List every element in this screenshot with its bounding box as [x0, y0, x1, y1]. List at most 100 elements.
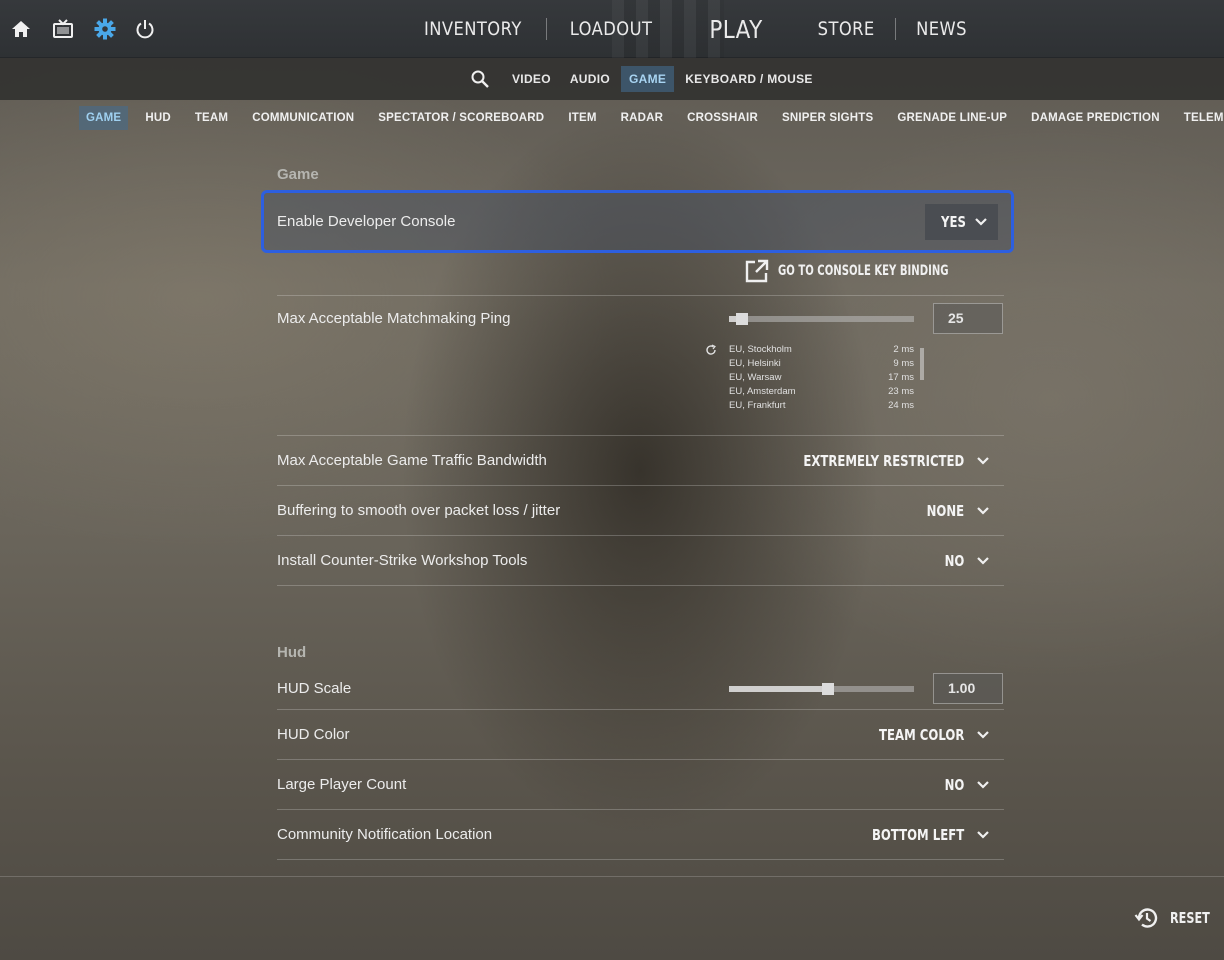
main-nav: INVENTORY LOADOUT PLAY STORE NEWS — [400, 0, 987, 58]
category-sniper-sights[interactable]: SNIPER SIGHTS — [775, 106, 880, 130]
settings-content: Game Enable Developer Console YES GO TO … — [261, 160, 1014, 860]
tab-video[interactable]: VIDEO — [504, 66, 559, 92]
setting-label: Enable Developer Console — [277, 213, 456, 230]
section-title-hud: Hud — [277, 644, 307, 661]
server-ping-item: EU, Warsaw 17 ms — [729, 372, 914, 386]
server-ping-list: EU, Stockholm 2 ms EU, Helsinki 9 ms EU, War… — [729, 344, 914, 414]
chevron-down-icon — [977, 557, 989, 565]
dropdown-value: NO — [944, 776, 964, 794]
bandwidth-dropdown[interactable]: EXTREMELY RESTRICTED — [758, 436, 990, 486]
category-crosshair[interactable]: CROSSHAIR — [680, 106, 765, 130]
notification-location-dropdown[interactable]: BOTTOM LEFT — [846, 810, 990, 860]
nav-inventory[interactable]: INVENTORY — [410, 18, 535, 40]
slider-thumb[interactable] — [821, 683, 834, 695]
dropdown-value: BOTTOM LEFT — [871, 826, 964, 844]
setting-label: HUD Scale — [277, 680, 352, 697]
category-team[interactable]: TEAM — [188, 106, 235, 130]
category-hud[interactable]: HUD — [138, 106, 178, 130]
category-spectator-scoreboard[interactable]: SPECTATOR / SCOREBOARD — [371, 106, 551, 130]
setting-label: Community Notification Location — [277, 826, 493, 843]
chevron-down-icon — [977, 731, 989, 739]
server-name: EU, Stockholm — [729, 344, 792, 355]
chevron-down-icon — [975, 218, 987, 226]
category-tabs: GAME HUD TEAM COMMUNICATION SPECTATOR / … — [0, 100, 1224, 136]
chevron-down-icon — [977, 507, 989, 515]
buffering-dropdown[interactable]: NONE — [916, 486, 990, 536]
chevron-down-icon — [977, 457, 989, 465]
dropdown-value: NO — [944, 552, 964, 570]
hud-color-dropdown[interactable]: TEAM COLOR — [855, 710, 990, 760]
power-icon[interactable] — [133, 17, 157, 41]
nav-store[interactable]: STORE — [804, 18, 889, 40]
search-icon[interactable] — [470, 69, 490, 89]
setting-row-workshop-tools[interactable]: Install Counter-Strike Workshop Tools NO — [277, 536, 1004, 586]
footer-divider — [0, 876, 1224, 877]
setting-row-large-player-count[interactable]: Large Player Count NO — [277, 760, 1004, 810]
hud-scale-value-input[interactable]: 1.00 — [933, 673, 1003, 704]
category-radar[interactable]: RADAR — [614, 106, 671, 130]
setting-label: Max Acceptable Game Traffic Bandwidth — [277, 452, 547, 469]
category-telemetry[interactable]: TELEMETRY — [1177, 106, 1224, 130]
setting-row-notification-location[interactable]: Community Notification Location BOTTOM L… — [277, 810, 1004, 860]
setting-label: Large Player Count — [277, 776, 407, 793]
setting-row-developer-console[interactable]: Enable Developer Console YES — [261, 190, 1014, 253]
server-ping-ms: 9 ms — [893, 358, 914, 369]
tv-icon[interactable] — [51, 17, 75, 41]
ping-value-input[interactable]: 25 — [933, 303, 1003, 334]
dropdown-value: NONE — [926, 502, 964, 520]
nav-divider — [895, 18, 897, 40]
home-icon[interactable] — [9, 17, 33, 41]
nav-play[interactable]: PLAY — [683, 15, 788, 44]
setting-row-bandwidth[interactable]: Max Acceptable Game Traffic Bandwidth EX… — [277, 436, 1004, 486]
server-name: EU, Frankfurt — [729, 400, 786, 411]
category-damage-prediction[interactable]: DAMAGE PREDICTION — [1024, 106, 1167, 130]
section-title-game: Game — [277, 166, 319, 183]
hud-scale-slider[interactable] — [729, 683, 914, 695]
setting-row-hud-scale: HUD Scale 1.00 — [277, 668, 1004, 710]
console-key-binding-link[interactable]: GO TO CONSOLE KEY BINDING — [744, 257, 988, 285]
server-ping-ms: 24 ms — [888, 400, 914, 411]
large-player-count-dropdown[interactable]: NO — [939, 760, 990, 810]
setting-row-matchmaking-ping: Max Acceptable Matchmaking Ping 25 EU, S… — [277, 295, 1004, 436]
server-ping-ms: 23 ms — [888, 386, 914, 397]
slider-thumb[interactable] — [736, 313, 749, 325]
dropdown-value: EXTREMELY RESTRICTED — [803, 452, 964, 470]
nav-loadout[interactable]: LOADOUT — [556, 18, 666, 40]
server-name: EU, Warsaw — [729, 372, 782, 383]
ping-slider[interactable] — [729, 313, 914, 325]
settings-gear-icon[interactable] — [93, 17, 117, 41]
developer-console-dropdown[interactable]: YES — [925, 204, 998, 240]
server-name: EU, Amsterdam — [729, 386, 796, 397]
server-ping-ms: 17 ms — [888, 372, 914, 383]
nav-news[interactable]: NEWS — [903, 18, 981, 40]
reset-label: RESET — [1170, 909, 1210, 927]
category-communication[interactable]: COMMUNICATION — [245, 106, 361, 130]
tab-game[interactable]: GAME — [621, 66, 675, 92]
setting-label: Max Acceptable Matchmaking Ping — [277, 310, 511, 327]
category-item[interactable]: ITEM — [561, 106, 603, 130]
game-settings-rows: Max Acceptable Game Traffic Bandwidth EX… — [277, 436, 1004, 586]
server-ping-item: EU, Helsinki 9 ms — [729, 358, 914, 372]
tab-keyboard-mouse[interactable]: KEYBOARD / MOUSE — [677, 66, 820, 92]
top-navigation-bar: INVENTORY LOADOUT PLAY STORE NEWS — [0, 0, 1224, 58]
history-reset-icon — [1134, 908, 1158, 928]
server-ping-ms: 2 ms — [893, 344, 914, 355]
setting-row-hud-color[interactable]: HUD Color TEAM COLOR — [277, 710, 1004, 760]
setting-label: Buffering to smooth over packet loss / j… — [277, 502, 561, 519]
setting-row-buffering[interactable]: Buffering to smooth over packet loss / j… — [277, 486, 1004, 536]
workshop-tools-dropdown[interactable]: NO — [939, 536, 990, 586]
reset-button[interactable]: RESET — [1134, 904, 1223, 932]
category-game[interactable]: GAME — [79, 106, 129, 130]
setting-label: HUD Color — [277, 726, 350, 743]
server-ping-item: EU, Frankfurt 24 ms — [729, 400, 914, 414]
tab-audio[interactable]: AUDIO — [562, 66, 618, 92]
server-list-scrollbar[interactable] — [920, 348, 924, 380]
category-grenade-line-up[interactable]: GRENADE LINE-UP — [890, 106, 1014, 130]
refresh-icon[interactable] — [705, 344, 717, 356]
chevron-down-icon — [977, 831, 989, 839]
setting-label: Install Counter-Strike Workshop Tools — [277, 552, 528, 569]
dropdown-value: YES — [941, 213, 966, 231]
external-link-icon — [745, 259, 769, 283]
console-link-label: GO TO CONSOLE KEY BINDING — [778, 263, 949, 279]
dropdown-value: TEAM COLOR — [878, 726, 964, 744]
